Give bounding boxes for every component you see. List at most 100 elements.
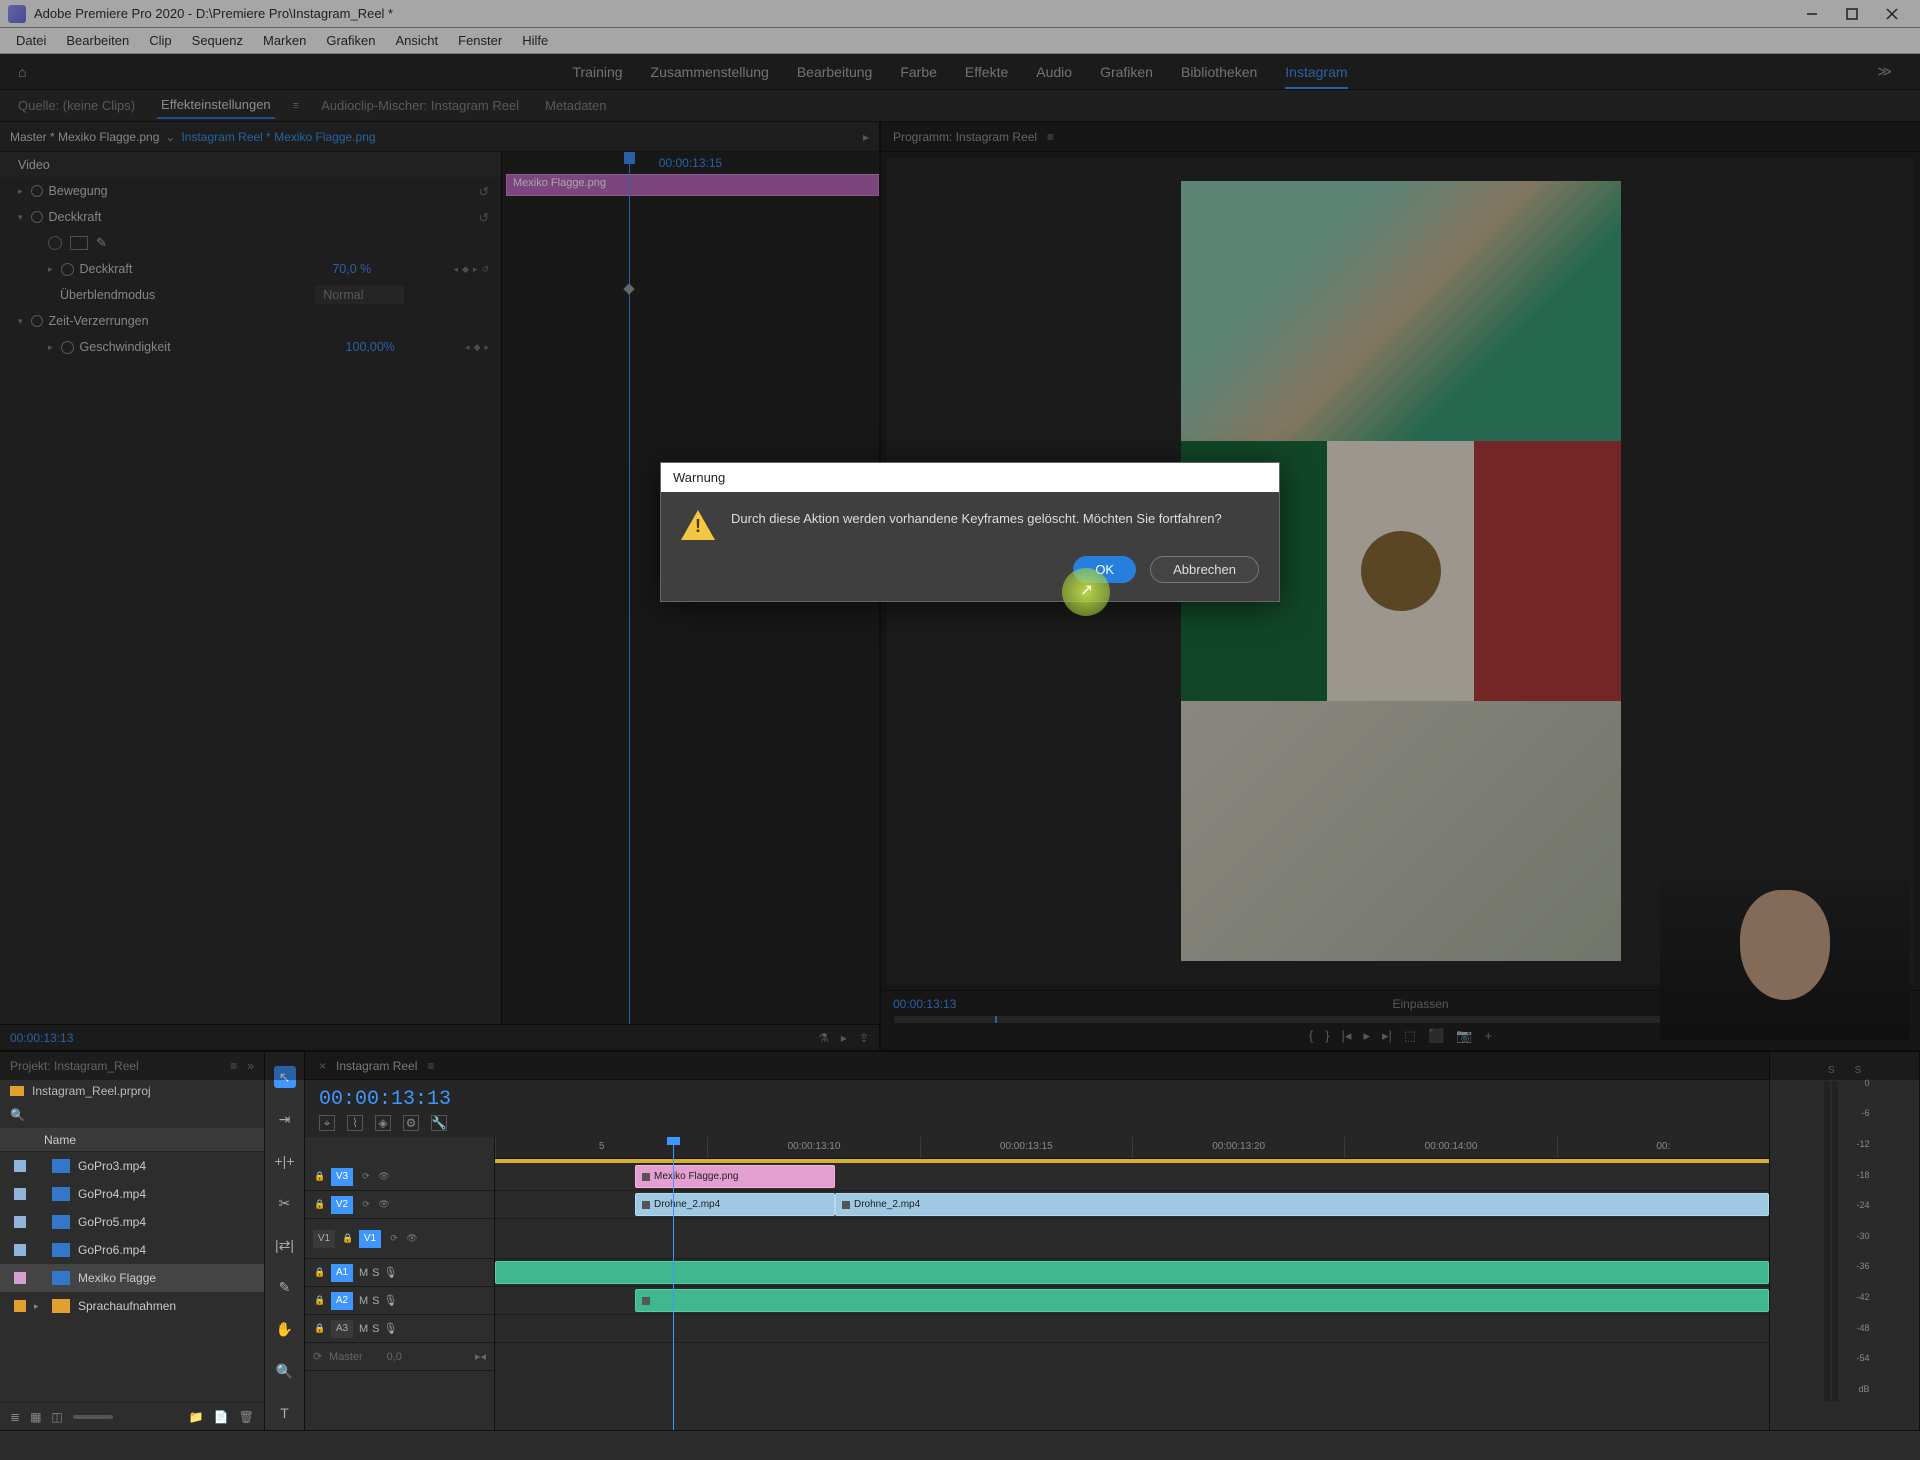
icon-view-icon[interactable]: ▦ — [30, 1410, 41, 1424]
label-color-swatch[interactable] — [14, 1216, 26, 1228]
ripple-edit-tool-icon[interactable]: +|+ — [274, 1150, 296, 1172]
solo-right[interactable]: S — [1855, 1065, 1862, 1076]
slip-tool-icon[interactable]: |⇄| — [274, 1234, 296, 1256]
program-timecode-left[interactable]: 00:00:13:13 — [893, 997, 956, 1011]
stopwatch-icon[interactable] — [61, 263, 74, 276]
play-icon[interactable]: ▸ — [841, 1031, 847, 1045]
speed-value[interactable]: 100,00% — [346, 340, 395, 354]
mark-out-icon[interactable]: } — [1325, 1028, 1329, 1044]
export-frame-icon[interactable]: 📷 — [1456, 1028, 1472, 1044]
motion-effect-row[interactable]: ▸ Bewegung ↺ — [0, 178, 501, 204]
prev-keyframe-icon[interactable]: ◂ — [465, 342, 470, 353]
opacity-value[interactable]: 70,0 % — [332, 262, 371, 276]
prev-keyframe-icon[interactable]: ◂ — [453, 264, 458, 275]
track-select-tool-icon[interactable]: ⇥ — [274, 1108, 296, 1130]
filter-icon[interactable]: ⚗ — [818, 1031, 829, 1045]
snap-icon[interactable]: ⌖ — [319, 1115, 335, 1131]
clip-mexiko-flagge[interactable]: Mexiko Flagge.png — [635, 1165, 835, 1188]
menu-datei[interactable]: Datei — [6, 33, 56, 48]
project-panel-title[interactable]: Projekt: Instagram_Reel — [10, 1059, 139, 1073]
time-ruler[interactable]: 5 00:00:13:10 00:00:13:15 00:00:13:20 00… — [495, 1137, 1769, 1159]
trash-icon[interactable]: 🗑 — [239, 1410, 254, 1424]
workspace-bearbeitung[interactable]: Bearbeitung — [797, 64, 873, 80]
program-panel-title[interactable]: Programm: Instagram Reel — [893, 130, 1037, 144]
next-keyframe-icon[interactable]: ▸ — [473, 264, 478, 275]
add-keyframe-icon[interactable]: ◆ — [462, 264, 469, 275]
track-v1-lane[interactable] — [495, 1219, 1769, 1259]
twirl-icon[interactable]: ▸ — [48, 342, 53, 353]
project-clip-item[interactable]: Mexiko Flagge — [0, 1264, 264, 1292]
menu-marken[interactable]: Marken — [253, 33, 316, 48]
time-remap-row[interactable]: ▾ Zeit-Verzerrungen — [0, 308, 501, 334]
type-tool-icon[interactable]: T — [274, 1402, 296, 1424]
lift-icon[interactable]: ⬚ — [1404, 1028, 1416, 1044]
label-color-swatch[interactable] — [14, 1188, 26, 1200]
fx-badge-icon[interactable] — [31, 211, 43, 223]
workspace-training[interactable]: Training — [572, 64, 622, 80]
workspace-overflow-icon[interactable]: ≫ — [1877, 63, 1892, 80]
project-bin-item[interactable]: ▸Sprachaufnahmen — [0, 1292, 264, 1320]
label-color-swatch[interactable] — [14, 1244, 26, 1256]
mini-clip-bar[interactable]: Mexiko Flagge.png — [506, 174, 879, 196]
tab-quelle[interactable]: Quelle: (keine Clips) — [14, 93, 139, 118]
reset-icon[interactable]: ↺ — [481, 264, 489, 275]
opacity-effect-row[interactable]: ▾ Deckkraft ↺ — [0, 204, 501, 230]
stopwatch-icon[interactable] — [61, 341, 74, 354]
track-v3-lane[interactable]: Mexiko Flagge.png — [495, 1163, 1769, 1191]
workspace-farbe[interactable]: Farbe — [900, 64, 937, 80]
maximize-button[interactable] — [1832, 0, 1872, 27]
workspace-bibliotheken[interactable]: Bibliotheken — [1181, 64, 1257, 80]
menu-grafiken[interactable]: Grafiken — [316, 33, 385, 48]
reset-icon[interactable]: ↺ — [479, 184, 489, 199]
linked-selection-icon[interactable]: ⌇ — [347, 1115, 363, 1131]
new-item-icon[interactable]: 📄 — [214, 1410, 229, 1424]
label-color-swatch[interactable] — [14, 1160, 26, 1172]
menu-sequenz[interactable]: Sequenz — [182, 33, 253, 48]
track-a1-lane[interactable] — [495, 1259, 1769, 1287]
workspace-effekte[interactable]: Effekte — [965, 64, 1008, 80]
keyframe-marker-icon[interactable] — [623, 283, 634, 294]
play-only-icon[interactable]: ▸ — [863, 130, 869, 144]
panel-menu-icon[interactable]: ≡ — [293, 100, 299, 112]
chevron-right-icon[interactable]: » — [247, 1059, 254, 1073]
timeline-tracks-area[interactable]: 5 00:00:13:10 00:00:13:15 00:00:13:20 00… — [495, 1137, 1769, 1430]
rectangle-mask-icon[interactable] — [70, 236, 88, 250]
zoom-tool-icon[interactable]: 🔍 — [274, 1360, 296, 1382]
pen-tool-icon[interactable]: ✎ — [274, 1276, 296, 1298]
track-header-v1[interactable]: V1🔒V1⟳👁 — [305, 1219, 494, 1259]
workspace-audio[interactable]: Audio — [1036, 64, 1072, 80]
menu-bearbeiten[interactable]: Bearbeiten — [56, 33, 139, 48]
panel-menu-icon[interactable]: ≡ — [427, 1059, 434, 1073]
fx-badge-icon[interactable] — [31, 185, 43, 197]
menu-fenster[interactable]: Fenster — [448, 33, 512, 48]
twirl-icon[interactable]: ▾ — [18, 212, 23, 223]
step-back-icon[interactable]: |◂ — [1342, 1028, 1352, 1044]
track-header-a1[interactable]: 🔒A1MS🎙 — [305, 1259, 494, 1287]
opacity-property-row[interactable]: ▸ Deckkraft 70,0 % ◂ ◆ ▸ ↺ — [0, 256, 501, 282]
tab-metadaten[interactable]: Metadaten — [541, 93, 610, 118]
column-header-name[interactable]: Name — [0, 1128, 264, 1152]
selection-tool-icon[interactable]: ↖ — [274, 1066, 296, 1088]
twirl-icon[interactable]: ▸ — [48, 264, 53, 275]
label-color-swatch[interactable] — [14, 1300, 26, 1312]
track-a2-lane[interactable] — [495, 1287, 1769, 1315]
fx-badge-icon[interactable] — [31, 315, 43, 327]
tab-effekteinstellungen[interactable]: Effekteinstellungen — [157, 92, 275, 119]
hand-tool-icon[interactable]: ✋ — [274, 1318, 296, 1340]
search-icon[interactable]: 🔍 — [10, 1108, 25, 1122]
clip-drohne-1[interactable]: Drohne_2.mp4 — [635, 1193, 835, 1216]
cancel-button[interactable]: Abbrechen — [1150, 556, 1259, 583]
audio-clip-a2[interactable] — [635, 1289, 1769, 1312]
play-icon[interactable]: ▸ — [1363, 1028, 1370, 1044]
twirl-icon[interactable]: ▸ — [34, 1301, 44, 1312]
export-icon[interactable]: ⇪ — [859, 1031, 869, 1045]
blend-mode-dropdown[interactable]: Normal — [315, 286, 403, 304]
list-view-icon[interactable]: ≣ — [10, 1410, 20, 1424]
freeform-view-icon[interactable]: ◫ — [51, 1410, 62, 1424]
wrench-icon[interactable]: 🔧 — [431, 1115, 447, 1131]
project-clip-item[interactable]: GoPro3.mp4 — [0, 1152, 264, 1180]
settings-icon[interactable]: ⚙ — [403, 1115, 419, 1131]
workspace-zusammenstellung[interactable]: Zusammenstellung — [651, 64, 769, 80]
ellipse-mask-icon[interactable] — [48, 236, 62, 250]
twirl-icon[interactable]: ▸ — [18, 186, 23, 197]
